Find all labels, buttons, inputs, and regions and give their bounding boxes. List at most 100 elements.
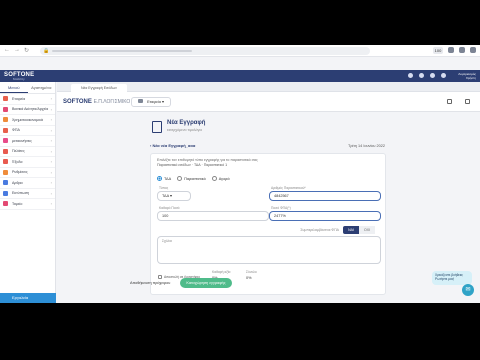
notes-label: Σχόλια — [162, 239, 172, 243]
chevron-right-icon: › — [50, 201, 52, 207]
sidebar-item-label: ΦΠΑ — [12, 128, 20, 133]
type-select[interactable]: ΤΔΑ ▾ — [157, 191, 191, 201]
zoom-indicator[interactable]: 100 — [433, 47, 443, 54]
tab-new-entry[interactable]: Νέα Εγγραφή Εσόδων — [71, 84, 127, 92]
entry-form-card: Επιλέξτε τον επιθυμητό τύπο εγγραφής για… — [150, 153, 386, 295]
vat-included-toggle[interactable]: ΝΑΙ ΟΧΙ — [343, 226, 375, 234]
document-tabs: Νέα Εγγραφή Εσόδων — [57, 82, 480, 92]
sidebar-item[interactable]: Ρυθμίσεις › — [0, 168, 55, 178]
header-icons — [408, 73, 446, 78]
total-label: Σύνολο — [246, 270, 257, 274]
sidebar-item-label: Έξοδα — [12, 159, 23, 164]
chevron-right-icon: › — [50, 180, 52, 186]
sidebar-item-label: Πελάτες — [12, 149, 25, 154]
menu-item-icon — [3, 106, 8, 112]
menu-item-icon — [3, 159, 8, 165]
sidebar-item[interactable]: Βασικά Ακίνητα/Αρχεία › — [0, 105, 55, 115]
module-brand-sub: Ε.Π.ΛΟΓΙΣΜΙΚΟ — [93, 99, 131, 105]
calendar-icon[interactable] — [408, 73, 413, 78]
sidebar-item[interactable]: Αρθρα › — [0, 178, 55, 189]
settings-icon[interactable] — [441, 73, 446, 78]
company-selector[interactable]: Εταιρεία ▾ — [131, 97, 171, 107]
entry-type-radios: ΤΔΑ Παραστατικό Αγορά — [157, 176, 230, 181]
document-number-input[interactable]: 4842567 — [269, 191, 381, 201]
bookmark-icon[interactable] — [448, 47, 454, 53]
sidebar-item[interactable]: Έξοδα › — [0, 157, 55, 168]
vat-amount-label: Ποσό ΦΠΑ(*) — [271, 206, 291, 210]
address-bar[interactable]: 🔒 — [40, 47, 370, 55]
main-content: Νέα Εγγραφή εισερχόμενο τιμολόγιο ‹ Νέα … — [150, 115, 390, 300]
net-amount-input[interactable]: 100 — [157, 211, 269, 221]
form-intro-detail: Παραστατικό εσόδων · ΤΔΑ · Παραστατικό 1 — [157, 163, 228, 167]
sidebar-tab-favorites[interactable]: Αγαπημένα — [28, 82, 56, 93]
extensions-icon[interactable] — [459, 47, 465, 53]
sidebar-footer[interactable]: Εργαλεία — [0, 293, 56, 303]
sidebar-item[interactable]: Εκτύπωση › — [0, 189, 55, 199]
app-logo[interactable]: SOFTONE Mobility — [4, 72, 34, 81]
radio-tda[interactable]: ΤΔΑ — [157, 176, 171, 181]
menu-icon[interactable] — [470, 47, 476, 53]
lock-icon: 🔒 — [43, 48, 50, 54]
radio-icon — [211, 176, 217, 181]
menu-item-icon — [3, 148, 8, 154]
notes-textarea[interactable]: Σχόλια — [157, 236, 381, 264]
chat-launcher-icon[interactable]: ✉ — [462, 284, 474, 296]
type-value: ΤΔΑ — [162, 194, 169, 198]
chevron-right-icon: › — [50, 190, 52, 196]
app-header: SOFTONE Mobility Λογαριασμός Χρήστη — [0, 70, 480, 82]
chevron-right-icon: › — [50, 148, 52, 154]
toggle-yes[interactable]: ΝΑΙ — [343, 226, 359, 234]
chevron-right-icon: › — [50, 159, 52, 165]
gear-icon[interactable] — [465, 99, 470, 104]
chevron-right-icon: › — [50, 169, 52, 175]
sidebar-item-label: Εταιρεία — [12, 96, 26, 101]
checkbox-icon — [158, 275, 162, 279]
document-icon[interactable] — [447, 99, 452, 104]
bell-icon[interactable] — [430, 73, 435, 78]
sidebar-item[interactable]: μετακινήσεις › — [0, 136, 55, 147]
browser-toolbar: ← → ↻ 🔒 100 — [0, 45, 480, 57]
user-menu[interactable]: Λογαριασμός Χρήστη — [448, 72, 476, 80]
chat-icon[interactable] — [419, 73, 424, 78]
vat-amount-input[interactable]: 2477% — [269, 211, 381, 221]
back-link[interactable]: ‹ Νέα νέα Εγγραφή_ααα — [150, 143, 195, 148]
sidebar: Μενού Αγαπημένα Εταιρεία › Βασικά Ακίνητα/… — [0, 82, 56, 303]
sidebar-item[interactable]: ΦΠΑ › — [0, 126, 55, 136]
type-field-label: Τύπος — [159, 186, 169, 190]
save-draft-button[interactable]: Αποθήκευση πρόχειρου — [130, 281, 170, 285]
sidebar-item-label: Ρυθμίσεις — [12, 170, 28, 175]
chevron-right-icon: › — [50, 117, 52, 123]
sidebar-item-label: Βασικά Ακίνητα/Αρχεία — [12, 107, 49, 112]
radio-purchase[interactable]: Αγορά — [211, 176, 230, 181]
clipboard-icon — [152, 121, 162, 133]
vat-included-label: Συμπεριλαμβάνεται ΦΠΑ — [300, 228, 339, 232]
menu-item-icon — [3, 127, 8, 133]
radio-label: ΤΔΑ — [164, 176, 172, 181]
sidebar-item[interactable]: Εταιρεία › — [0, 94, 55, 105]
chevron-right-icon: › — [50, 138, 52, 144]
net-value-label: Καθαρή αξία — [212, 270, 231, 274]
chevron-right-icon: › — [50, 106, 52, 112]
menu-item-icon — [3, 96, 8, 102]
chevron-right-icon: › — [50, 96, 52, 102]
reload-icon[interactable]: ↻ — [24, 47, 29, 54]
menu-item-icon — [3, 180, 8, 186]
module-bar: SOFTONE Ε.Π.ΛΟΓΙΣΜΙΚΟ Εταιρεία ▾ — [57, 92, 480, 112]
sidebar-item[interactable]: Χρηματοοικονομικά › — [0, 115, 55, 126]
back-icon[interactable]: ← — [4, 47, 10, 53]
toggle-no[interactable]: ΟΧΙ — [359, 226, 375, 234]
module-icons — [447, 99, 470, 104]
sidebar-item-label: Χρηματοοικονομικά — [12, 117, 43, 122]
submit-entry-button[interactable]: Καταχώρηση εγγραφής — [180, 278, 232, 288]
sidebar-item-label: Εκτύπωση — [12, 191, 30, 196]
sidebar-item[interactable]: Ταμείο › — [0, 199, 55, 210]
net-amount-label: Καθαρό Ποσό — [159, 206, 180, 210]
menu-item-icon — [3, 190, 8, 196]
sidebar-tab-menu[interactable]: Μενού — [0, 82, 28, 93]
current-date: Τρίτη 14 Ιουνίου 2022 — [348, 144, 385, 148]
radio-document[interactable]: Παραστατικό — [177, 176, 206, 181]
module-brand-name: SOFTONE — [63, 99, 92, 105]
sidebar-item[interactable]: Πελάτες › — [0, 147, 55, 157]
forward-icon[interactable]: → — [14, 47, 20, 53]
sidebar-item-label: Ταμείο — [12, 201, 23, 206]
